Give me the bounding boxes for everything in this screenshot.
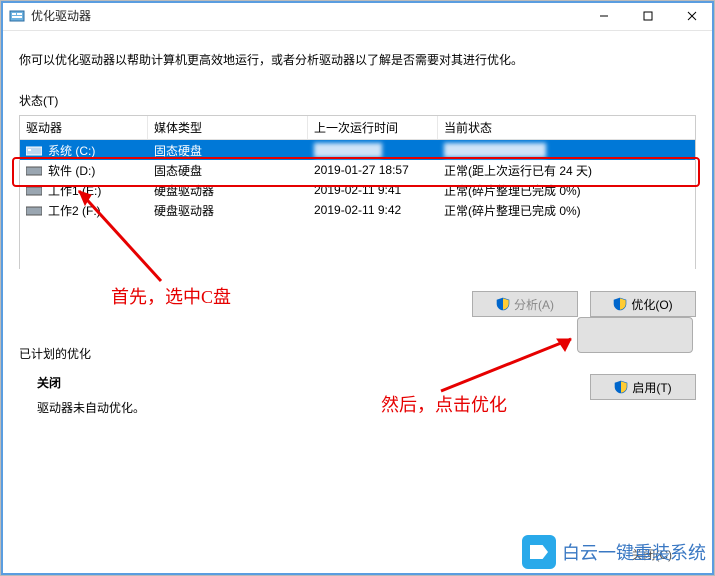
- window-title: 优化驱动器: [31, 7, 582, 24]
- shield-icon: [613, 297, 627, 311]
- schedule-section-label: 已计划的优化: [19, 345, 696, 362]
- drive-last: 2019-02-11 9:42: [308, 203, 438, 217]
- drive-last: ████████: [308, 143, 438, 157]
- drive-status: 正常(碎片整理已完成 0%): [438, 202, 695, 219]
- schedule-state: 关闭: [37, 374, 590, 391]
- drive-media: 固态硬盘: [148, 162, 308, 179]
- drive-row-software-d[interactable]: 软件 (D:) 固态硬盘 2019-01-27 18:57 正常(距上次运行已有…: [20, 160, 695, 180]
- watermark-text: 白云一键重装系统: [562, 539, 706, 565]
- analyze-button[interactable]: 分析(A): [472, 291, 578, 317]
- drive-media: 硬盘驱动器: [148, 202, 308, 219]
- description-text: 你可以优化驱动器以帮助计算机更高效地运行，或者分析驱动器以了解是否需要对其进行优…: [19, 51, 696, 68]
- col-last-run[interactable]: 上一次运行时间: [308, 116, 438, 139]
- watermark-logo-icon: [522, 535, 556, 569]
- drive-icon: [26, 185, 42, 197]
- drive-media: 硬盘驱动器: [148, 182, 308, 199]
- drive-status: 正常(距上次运行已有 24 天): [438, 162, 695, 179]
- drive-name: 工作1 (E:): [48, 184, 101, 198]
- drive-media: 固态硬盘: [148, 142, 308, 159]
- watermark: 白云一键重装系统: [522, 535, 706, 569]
- drive-row-system-c[interactable]: 系统 (C:) 固态硬盘 ████████ ████████████: [20, 140, 695, 160]
- drive-icon: [26, 145, 42, 157]
- drive-icon: [26, 165, 42, 177]
- drive-status: 正常(碎片整理已完成 0%): [438, 182, 695, 199]
- col-media[interactable]: 媒体类型: [148, 116, 308, 139]
- drive-status: ████████████: [438, 143, 695, 157]
- analyze-label: 分析(A): [514, 296, 554, 313]
- drive-name: 系统 (C:): [48, 144, 95, 158]
- drive-list-panel: 驱动器 媒体类型 上一次运行时间 当前状态 系统 (C:) 固态硬盘 █████…: [19, 115, 696, 269]
- shield-icon: [496, 297, 510, 311]
- minimize-button[interactable]: [582, 1, 626, 31]
- enable-label: 启用(T): [632, 379, 671, 396]
- title-bar: 优化驱动器: [1, 1, 714, 31]
- col-drive[interactable]: 驱动器: [20, 116, 148, 139]
- column-headers: 驱动器 媒体类型 上一次运行时间 当前状态: [20, 116, 695, 140]
- drive-name: 工作2 (F:): [48, 204, 101, 218]
- drive-name: 软件 (D:): [48, 164, 95, 178]
- schedule-detail: 驱动器未自动优化。: [37, 399, 590, 416]
- optimize-button[interactable]: 优化(O): [590, 291, 696, 317]
- col-current-state[interactable]: 当前状态: [438, 116, 695, 139]
- drive-last: 2019-01-27 18:57: [308, 163, 438, 177]
- enable-schedule-button[interactable]: 启用(T): [590, 374, 696, 400]
- drive-last: 2019-02-11 9:41: [308, 183, 438, 197]
- drive-row-work2-f[interactable]: 工作2 (F:) 硬盘驱动器 2019-02-11 9:42 正常(碎片整理已完…: [20, 200, 695, 220]
- status-section-label: 状态(T): [19, 92, 696, 109]
- maximize-button[interactable]: [626, 1, 670, 31]
- close-button[interactable]: [670, 1, 714, 31]
- defrag-app-icon: [9, 8, 25, 24]
- drive-row-work1-e[interactable]: 工作1 (E:) 硬盘驱动器 2019-02-11 9:41 正常(碎片整理已完…: [20, 180, 695, 200]
- optimize-label: 优化(O): [631, 296, 672, 313]
- drive-icon: [26, 205, 42, 217]
- shield-icon: [614, 380, 628, 394]
